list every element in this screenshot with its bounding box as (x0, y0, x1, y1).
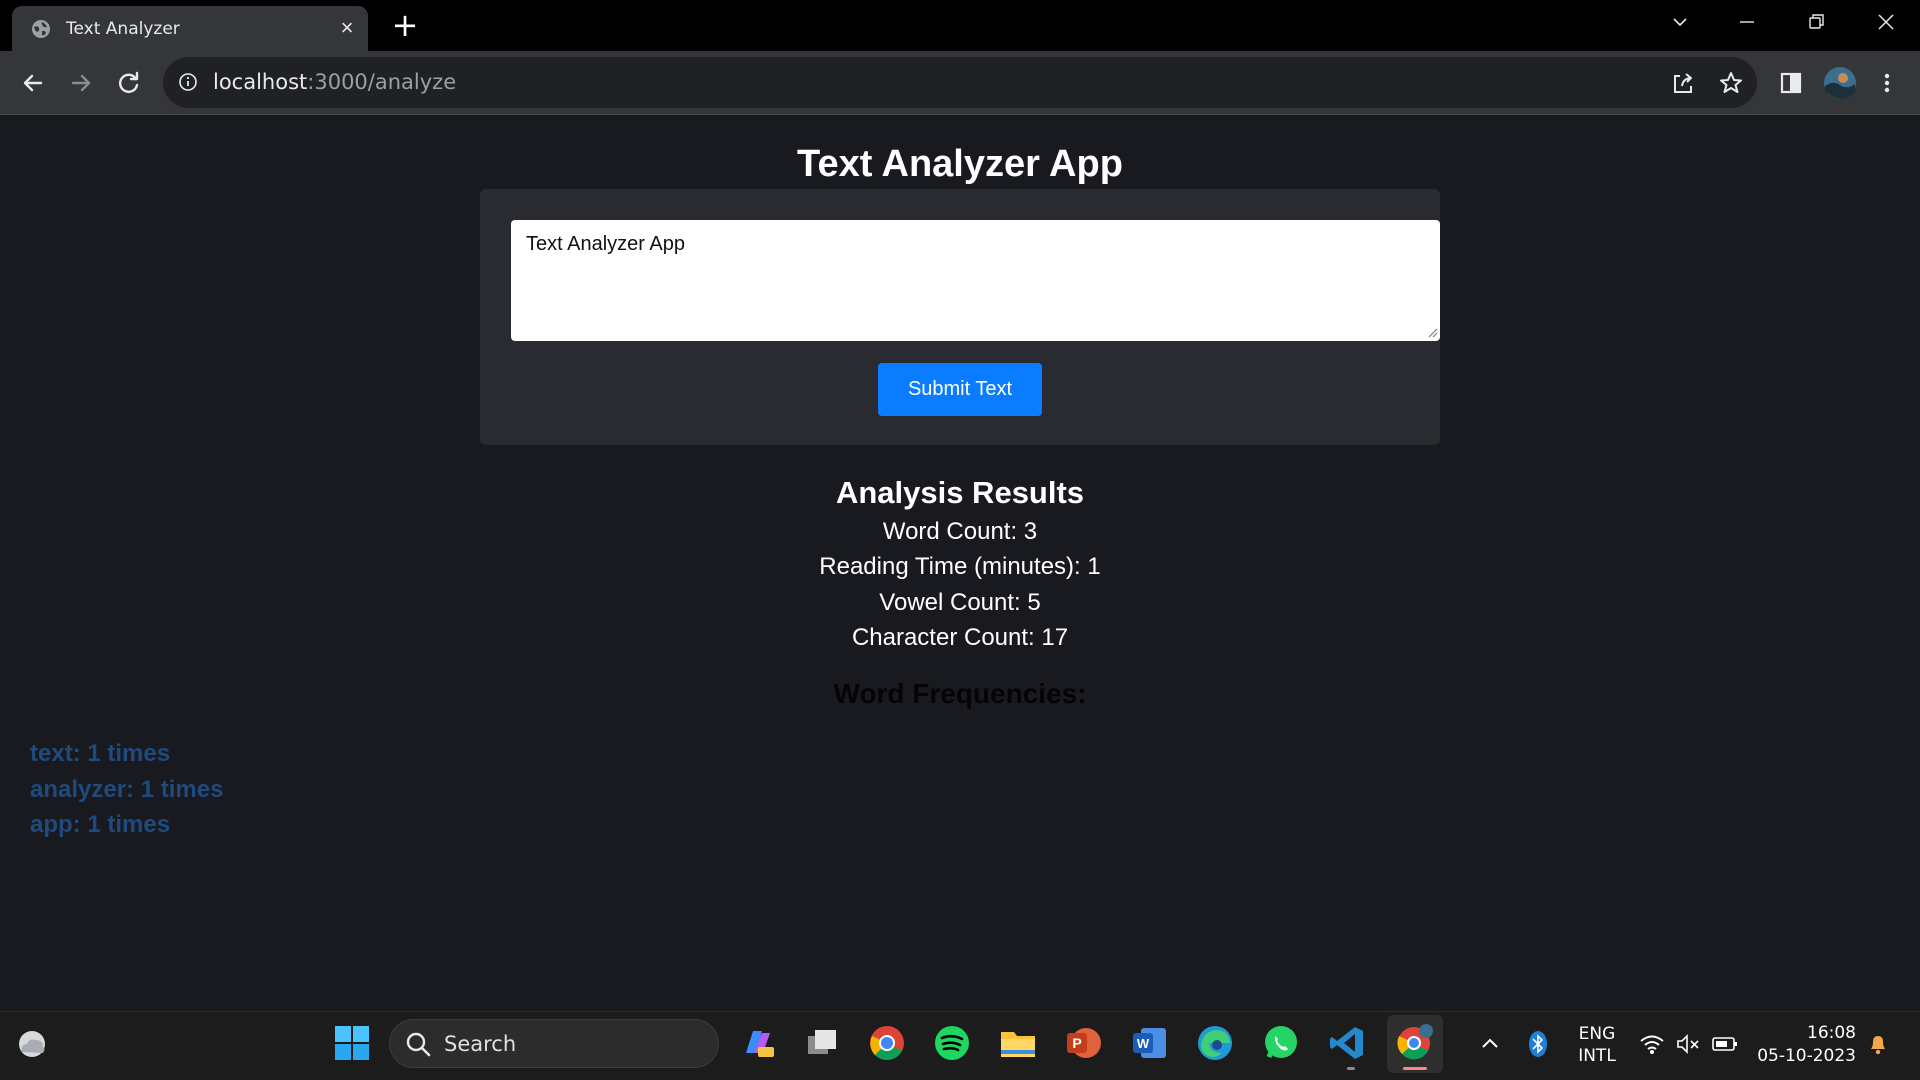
profile-avatar[interactable] (1823, 66, 1857, 100)
input-card: Submit Text (480, 189, 1440, 445)
resize-grip-icon[interactable] (1426, 326, 1438, 338)
word-count-result: Word Count: 3 (882, 518, 1038, 545)
tab-title: Text Analyzer (66, 19, 180, 39)
whatsapp-icon[interactable] (1261, 1023, 1301, 1063)
copilot-icon[interactable] (738, 1023, 778, 1063)
text-input-area[interactable] (511, 220, 1440, 341)
taskbar-search-label: Search (444, 1032, 517, 1056)
vscode-icon[interactable] (1327, 1023, 1367, 1063)
bookmark-star-icon[interactable] (1716, 68, 1746, 98)
back-arrow-icon[interactable] (15, 65, 51, 101)
file-explorer-icon[interactable] (998, 1023, 1038, 1063)
taskbar-search-box[interactable] (389, 1019, 719, 1068)
notification-bell-icon[interactable] (1866, 1032, 1890, 1056)
frequency-item: text: 1 times (30, 740, 171, 767)
keyboard-layout: INTL (1578, 1046, 1616, 1066)
url-text[interactable]: localhost:3000/analyze (213, 70, 456, 94)
submit-text-button[interactable]: Submit Text (878, 363, 1042, 416)
clock-time: 16:08 (1807, 1023, 1856, 1043)
close-window-icon[interactable] (1872, 10, 1900, 34)
globe-icon (32, 20, 50, 38)
battery-icon[interactable] (1711, 1033, 1739, 1055)
clock-date: 05-10-2023 (1757, 1046, 1856, 1066)
menu-kebab-icon[interactable] (1872, 68, 1902, 98)
character-count-result: Character Count: 17 (851, 624, 1069, 651)
vowel-count-result: Vowel Count: 5 (879, 589, 1041, 616)
share-icon[interactable] (1668, 68, 1698, 98)
tab-close-icon[interactable]: × (336, 17, 358, 39)
url-path: :3000/analyze (307, 70, 457, 94)
search-icon (406, 1032, 431, 1057)
reading-time-result: Reading Time (minutes): 1 (819, 553, 1101, 580)
page-title: Text Analyzer App (797, 143, 1123, 185)
browser-tab[interactable]: Text Analyzer × (12, 6, 368, 51)
edge-icon[interactable] (1195, 1023, 1235, 1063)
language-code: ENG (1578, 1024, 1616, 1044)
active-app-indicator (1403, 1067, 1427, 1070)
svg-text:W: W (1137, 1036, 1150, 1051)
wifi-icon[interactable] (1639, 1033, 1665, 1055)
task-view-icon[interactable] (802, 1023, 842, 1063)
forward-arrow-icon[interactable] (63, 65, 99, 101)
language-indicator[interactable]: ENG INTL (1572, 1023, 1622, 1067)
side-panel-icon[interactable] (1776, 68, 1806, 98)
reload-icon[interactable] (111, 65, 147, 101)
weather-icon[interactable] (14, 1026, 50, 1062)
app-running-indicator (1347, 1067, 1355, 1070)
restore-icon[interactable] (1802, 10, 1830, 34)
minimize-icon[interactable] (1733, 10, 1761, 34)
site-info-icon[interactable] (178, 72, 198, 92)
svg-text:P: P (1072, 1035, 1081, 1051)
bluetooth-icon[interactable] (1527, 1030, 1549, 1058)
chrome-icon[interactable] (867, 1023, 907, 1063)
speaker-muted-icon[interactable] (1675, 1033, 1701, 1055)
frequency-item: analyzer: 1 times (30, 776, 224, 803)
new-tab-button[interactable]: + (390, 9, 420, 41)
url-host: localhost (213, 70, 308, 94)
tab-strip: Text Analyzer × + (0, 0, 1920, 51)
spotify-icon[interactable] (932, 1023, 972, 1063)
word-icon[interactable]: W (1129, 1023, 1169, 1063)
frequency-item: app: 1 times (30, 811, 171, 838)
windows-start-icon[interactable] (332, 1023, 372, 1063)
analysis-results-heading: Analysis Results (835, 475, 1085, 510)
powerpoint-icon[interactable]: P (1063, 1023, 1103, 1063)
tab-search-icon[interactable] (1666, 10, 1694, 34)
clock[interactable]: 16:08 05-10-2023 (1752, 1022, 1856, 1068)
word-frequencies-heading: Word Frequencies: (833, 678, 1087, 709)
chevron-up-icon[interactable] (1478, 1032, 1502, 1056)
chrome-profile-icon[interactable] (1394, 1023, 1434, 1063)
